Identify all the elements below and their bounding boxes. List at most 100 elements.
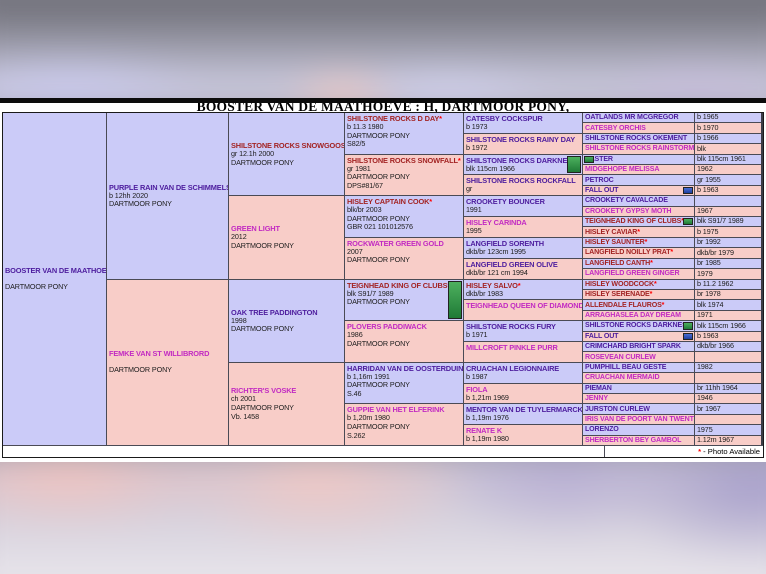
horse-detail-text: b 1963	[697, 186, 759, 195]
horse-name-link[interactable]: CROOKETY CAVALCADE	[585, 196, 692, 205]
photo-thumbnail[interactable]	[448, 281, 462, 320]
horse-detail-text: blk S91/7 1989	[697, 217, 759, 226]
horse-detail-text: DARTMOOR PONY	[5, 283, 104, 292]
pedigree-cell-gen6-name: HISLEY SERENADE*	[583, 290, 694, 299]
pedigree-cell-gen5: SHILSTONE ROCKS RAINY DAYb 1972	[464, 134, 582, 154]
horse-name-link[interactable]: PIEMAN	[585, 384, 692, 393]
horse-name-link[interactable]: LANGFIELD GREEN GINGER	[585, 269, 692, 278]
horse-name-link[interactable]: HISLEY SAUNTER*	[585, 238, 692, 247]
horse-name-link[interactable]: MILLCROFT PINKLE PURR	[466, 343, 580, 352]
horse-name-link[interactable]: PLOVERS PADDIWACK	[347, 322, 461, 331]
horse-detail-text: 1946	[697, 394, 759, 403]
screenshot-stage: BOOSTER VAN DE MAATHOEVE : H, DARTMOOR P…	[0, 0, 766, 574]
pedigree-cell-gen6-info: gr 1955	[695, 175, 761, 184]
horse-name-link[interactable]: CRIMCHARD BRIGHT SPARK	[585, 342, 692, 351]
pedigree-cell-gen5: SHILSTONE ROCKS DARKNESSblk 115cm 1966	[464, 155, 582, 175]
photo-thumbnail[interactable]	[683, 333, 693, 340]
horse-name-link[interactable]: ROSEVEAN CURLEW	[585, 353, 692, 362]
pedigree-cell-gen2: FEMKE VAN ST WILLIBRORDDARTMOOR PONY	[107, 280, 228, 446]
horse-name-link[interactable]: ROCKWATER GREEN GOLD	[347, 239, 461, 248]
horse-name-link[interactable]: OAK TREE PADDINGTON	[231, 308, 342, 317]
horse-name-link[interactable]: SHILSTONE ROCKS RAINSTORM	[585, 144, 692, 153]
photo-thumbnail[interactable]	[683, 218, 693, 225]
horse-name-link[interactable]: HISLEY WOODCOCK*	[585, 280, 692, 289]
horse-name-link[interactable]: JURSTON CURLEW	[585, 405, 692, 414]
horse-detail-text: 1982	[697, 363, 759, 372]
pedigree-cell-gen5: RENATE Kb 1,19m 1980	[464, 425, 582, 445]
pedigree-cell-gen6-info: blk 115cm 1961	[695, 155, 761, 164]
horse-detail-text: dkb/br 123cm 1995	[466, 248, 580, 257]
pedigree-cell-gen6-name: HISLEY WOODCOCK*	[583, 280, 694, 289]
horse-name-link[interactable]: JENNY	[585, 394, 692, 403]
photo-available-legend: * - Photo Available	[605, 446, 763, 457]
pedigree-cell-gen3: GREEN LIGHT2012DARTMOOR PONY	[229, 196, 344, 278]
horse-detail-text: 1995	[466, 227, 580, 236]
horse-detail-text: b 1975	[697, 228, 759, 237]
horse-name-link[interactable]: HISLEY SERENADE*	[585, 290, 692, 299]
horse-name-link[interactable]: CROOKETY BOUNCER	[466, 197, 580, 206]
horse-name-link[interactable]: CROOKETY GYPSY MOTH	[585, 207, 692, 216]
pedigree-cell-gen6-name: SHILSTONE ROCKS DARKNESS	[583, 321, 694, 330]
photo-available-asterisk: *	[645, 238, 648, 246]
horse-name-link[interactable]: CATESBY ORCHIS	[585, 124, 692, 133]
pedigree-cell-gen6-info: b 1966	[695, 134, 761, 143]
horse-name-link[interactable]: LANGFIELD NOILLY PRAT*	[585, 248, 692, 257]
horse-name-link[interactable]: MIDGEHOPE MELISSA	[585, 165, 692, 174]
horse-name-link[interactable]: FALL OUT	[585, 332, 679, 341]
horse-name-link[interactable]: TEIGNHEAD KING OF CLUBS*	[585, 217, 679, 226]
horse-name-link[interactable]: SHILSTONE ROCKS OKEMENT	[585, 134, 692, 143]
pedigree-cell-gen6-info: blk S91/7 1989	[695, 217, 761, 226]
pedigree-cell-gen6-info: blk	[695, 144, 761, 153]
horse-name-link[interactable]: LANGFIELD CANTH*	[585, 259, 692, 268]
horse-name-link[interactable]: LORENZO	[585, 425, 692, 434]
horse-name-link[interactable]: SHILSTONE ROCKS DARKNESS	[585, 321, 679, 330]
photo-available-asterisk: *	[654, 280, 657, 288]
pedigree-cell-gen6-name: CRIMCHARD BRIGHT SPARK	[583, 342, 694, 351]
horse-name-link[interactable]: OATLANDS MR MCGREGOR	[585, 113, 692, 122]
horse-name-link[interactable]: PUMPHILL BEAU GESTE	[585, 363, 692, 372]
horse-name-link[interactable]: IRIS VAN DE POORT VAN TWENTE	[585, 415, 692, 424]
horse-name-link[interactable]: SHILSTONE ROCKS ROCKFALL	[466, 176, 580, 185]
pedigree-cell-gen4: SHILSTONE ROCKS SNOWFALL*gr 1981DARTMOOR…	[345, 155, 463, 196]
horse-name-link[interactable]: BOOSTER VAN DE MAATHOEVE	[5, 266, 104, 275]
pedigree-cell-gen6-name: JURSTON CURLEW	[583, 404, 694, 413]
horse-name-link[interactable]: FALL OUT	[585, 186, 679, 195]
pedigree-grid: BOOSTER VAN DE MAATHOEVEDARTMOOR PONYPUR…	[3, 113, 761, 445]
horse-detail-text: 1971	[697, 311, 759, 320]
photo-thumbnail[interactable]	[584, 156, 594, 163]
pedigree-cell-gen6-info: 1967	[695, 207, 761, 216]
horse-name-link[interactable]: HISLEY CAVIAR*	[585, 228, 692, 237]
photo-thumbnail[interactable]	[683, 322, 693, 329]
pedigree-cell-gen4: HARRIDAN VAN DE OOSTERDUINENb 1,16m 1991…	[345, 363, 463, 404]
horse-name-link[interactable]: SHERBERTON BEY GAMBOL	[585, 436, 692, 445]
pedigree-cell-gen5: LANGFIELD GREEN OLIVEdkb/br 121 cm 1994	[464, 259, 582, 279]
pedigree-cell-gen6-info: 1962	[695, 165, 761, 174]
horse-name-link[interactable]: TEIGNHEAD QUEEN OF DIAMONDS	[466, 301, 580, 310]
horse-detail-text: DARTMOOR PONY	[231, 159, 342, 168]
photo-thumbnail[interactable]	[567, 156, 581, 174]
pedigree-cell-gen6-name: SHILSTONE ROCKS RAINSTORM	[583, 144, 694, 153]
horse-name-link[interactable]: ALLENDALE FLAUROS*	[585, 301, 692, 310]
horse-detail-text: 1991	[466, 206, 580, 215]
horse-name-link[interactable]: CRUACHAN MERMAID	[585, 373, 692, 382]
horse-name-link[interactable]: ARRAGHASLEA DAY DREAM	[585, 311, 692, 320]
horse-detail-text: 1967	[697, 207, 759, 216]
horse-detail-text: b 1971	[466, 331, 580, 340]
horse-detail-text: dkb/br 1966	[697, 342, 759, 351]
horse-name-link[interactable]: FEMKE VAN ST WILLIBRORD	[109, 349, 226, 358]
horse-name-link[interactable]: EASTER	[585, 155, 692, 164]
horse-detail-text: DARTMOOR PONY	[347, 381, 461, 390]
horse-detail-text: blk 115cm 1966	[466, 165, 567, 174]
pedigree-cell-gen6-info	[695, 352, 761, 361]
horse-detail-text: b 1,19m 1976	[466, 414, 580, 423]
horse-name-link[interactable]: PETROC	[585, 176, 692, 185]
horse-name-link[interactable]: HISLEY CARINDA	[466, 218, 580, 227]
pedigree-cell-gen5: SHILSTONE ROCKS ROCKFALLgr	[464, 175, 582, 195]
pedigree-cell-gen6-info	[695, 196, 761, 205]
horse-name-link[interactable]: GREEN LIGHT	[231, 224, 342, 233]
pedigree-cell-gen6-name: FALL OUT	[583, 332, 694, 341]
photo-thumbnail[interactable]	[683, 187, 693, 194]
pedigree-cell-gen6-info: b 1963	[695, 186, 761, 195]
pedigree-cell-gen6-name: EASTER	[583, 155, 694, 164]
pedigree-cell-gen6-name: PETROC	[583, 175, 694, 184]
